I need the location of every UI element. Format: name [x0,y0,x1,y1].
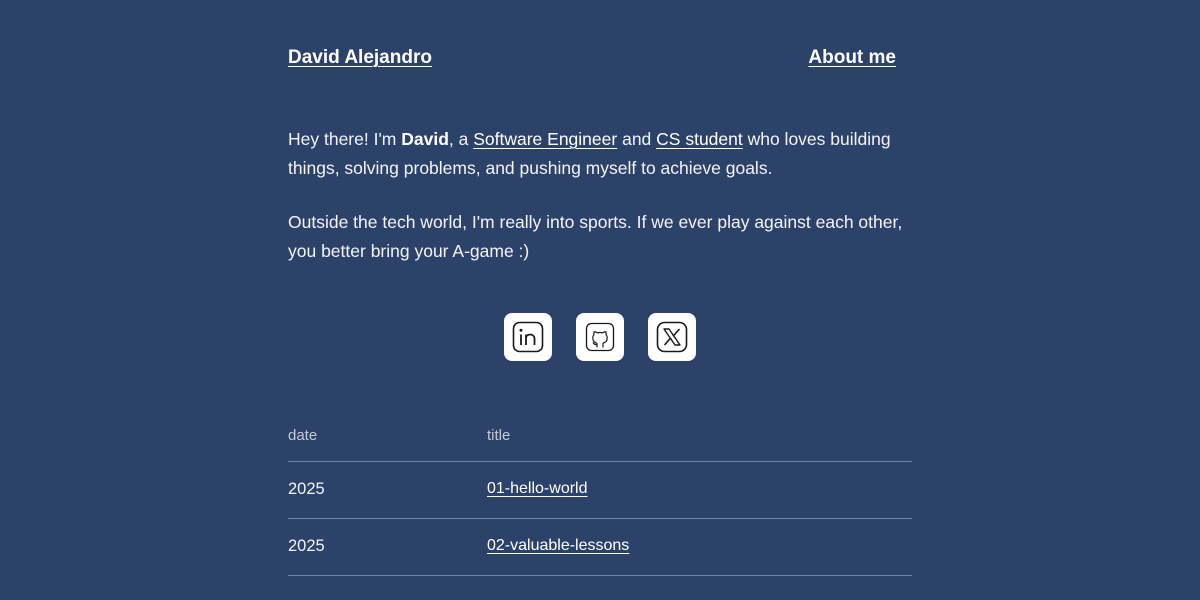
cs-student-link[interactable]: CS student [656,129,743,149]
table-row: 2025 01-hello-world [288,462,912,519]
x-twitter-icon [656,321,688,353]
linkedin-icon [512,321,544,353]
intro-section: Hey there! I'm David, a Software Enginee… [288,125,912,291]
posts-table: date title 2025 01-hello-world 2025 02-v… [288,412,912,576]
intro-name: David [401,129,449,149]
intro-text: , a [448,129,474,149]
linkedin-button[interactable] [504,313,552,361]
github-button[interactable] [576,313,624,361]
software-engineer-link[interactable]: Software Engineer [473,129,617,149]
table-row: 2025 02-valuable-lessons [288,519,912,576]
social-links [504,313,696,361]
post-date: 2025 [288,537,325,555]
github-icon [585,322,615,352]
intro-paragraph-2: Outside the tech world, I'm really into … [288,212,903,261]
intro-paragraph-1: Hey there! I'm David, a Software Enginee… [288,125,912,183]
x-twitter-button[interactable] [648,313,696,361]
intro-text: Hey there! I'm [288,129,402,149]
column-header-title: title [487,427,511,444]
post-title-link[interactable]: 01-hello-world [487,480,588,498]
post-date: 2025 [288,480,325,498]
post-title-link[interactable]: 02-valuable-lessons [487,537,629,555]
posts-table-header: date title [288,412,912,462]
column-header-date: date [288,427,318,444]
brand-link[interactable]: David Alejandro [288,47,432,69]
site-header: David Alejandro About me [288,47,896,77]
intro-text: and [617,129,657,149]
about-me-link[interactable]: About me [808,47,896,69]
